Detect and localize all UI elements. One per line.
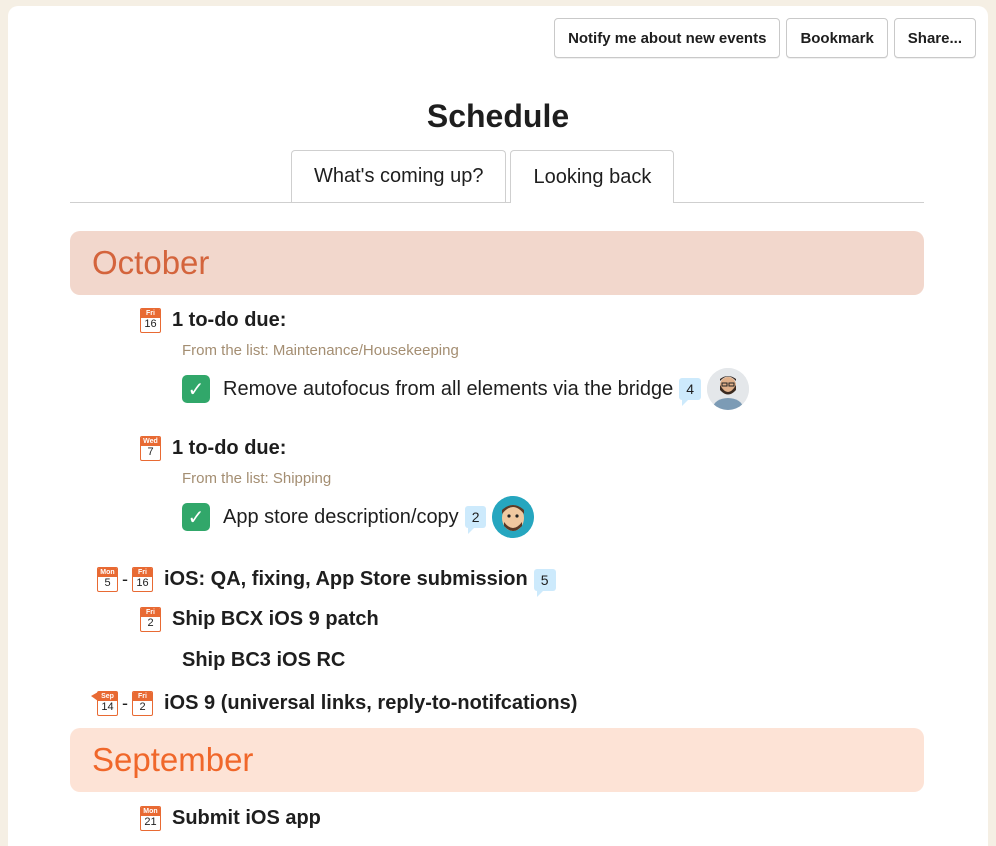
calendar-icon: Fri 2 <box>140 607 161 632</box>
month-label: October <box>92 244 210 281</box>
calendar-icon: Fri 2 <box>132 691 153 716</box>
event-title[interactable]: Ship BC3 iOS RC <box>182 649 345 672</box>
month-header-september: September <box>70 728 924 792</box>
checked-checkbox-icon[interactable]: ✓ <box>182 375 210 403</box>
notify-button[interactable]: Notify me about new events <box>554 18 781 58</box>
month-label: September <box>92 741 254 778</box>
due-heading: 1 to-do due: <box>172 309 287 331</box>
range-dash: - <box>122 569 128 589</box>
bearded-man-avatar <box>707 368 750 410</box>
tab-looking-back[interactable]: Looking back <box>510 150 675 203</box>
event-row[interactable]: Mon 21 Submit iOS app <box>140 806 321 831</box>
bookmark-button[interactable]: Bookmark <box>786 18 888 58</box>
todo-item: ✓ App store description/copy 2 <box>182 496 535 538</box>
event-title[interactable]: Ship BCX iOS 9 patch <box>172 608 379 631</box>
due-heading: 1 to-do due: <box>172 437 287 459</box>
calendar-icon: Mon 5 <box>97 567 118 592</box>
comment-count-badge[interactable]: 5 <box>533 568 556 597</box>
todo-title[interactable]: App store description/copy <box>223 506 459 529</box>
event-title[interactable]: iOS 9 (universal links, reply-to-notifca… <box>164 692 577 715</box>
page-title: Schedule <box>426 98 570 134</box>
list-name[interactable]: From the list: Maintenance/Housekeeping <box>182 342 459 359</box>
comment-count-badge[interactable]: 2 <box>464 506 487 534</box>
due-group-heading: Wed 7 1 to-do due: <box>140 436 286 461</box>
checked-checkbox-icon[interactable]: ✓ <box>182 503 210 531</box>
toolbar: Notify me about new events Bookmark Shar… <box>554 18 976 58</box>
event-row[interactable]: Mon 5 - Fri 16 iOS: QA, fixing, App Stor… <box>97 567 556 597</box>
schedule-card: Notify me about new events Bookmark Shar… <box>8 6 988 846</box>
event-title[interactable]: iOS: QA, fixing, App Store submission <box>164 568 528 591</box>
due-group-heading: Fri 16 1 to-do due: <box>140 308 286 333</box>
list-name[interactable]: From the list: Shipping <box>182 470 331 487</box>
calendar-icon: Sep 14 <box>91 691 118 716</box>
comment-count-badge[interactable]: 4 <box>679 378 702 406</box>
tab-bar: What's coming up? Looking back <box>291 150 675 203</box>
todo-title[interactable]: Remove autofocus from all elements via t… <box>223 378 673 401</box>
todo-item: ✓ Remove autofocus from all elements via… <box>182 368 750 410</box>
event-row[interactable]: Fri 2 Ship BCX iOS 9 patch <box>140 607 379 632</box>
calendar-icon: Fri 16 <box>132 567 153 592</box>
event-title[interactable]: Submit iOS app <box>172 807 321 830</box>
month-header-october: October <box>70 231 924 295</box>
calendar-icon: Mon 21 <box>140 806 161 831</box>
range-dash: - <box>122 693 128 713</box>
calendar-icon: Fri 16 <box>140 308 161 333</box>
share-button[interactable]: Share... <box>893 18 976 58</box>
calendar-icon: Wed 7 <box>140 436 161 461</box>
tab-whats-coming-up[interactable]: What's coming up? <box>291 150 507 202</box>
event-row[interactable]: Ship BC3 iOS RC <box>182 649 345 672</box>
event-row[interactable]: Sep 14 - Fri 2 iOS 9 (universal links, r… <box>91 691 577 716</box>
continued-flag-icon <box>91 692 98 701</box>
cartoon-man-avatar <box>492 496 535 538</box>
